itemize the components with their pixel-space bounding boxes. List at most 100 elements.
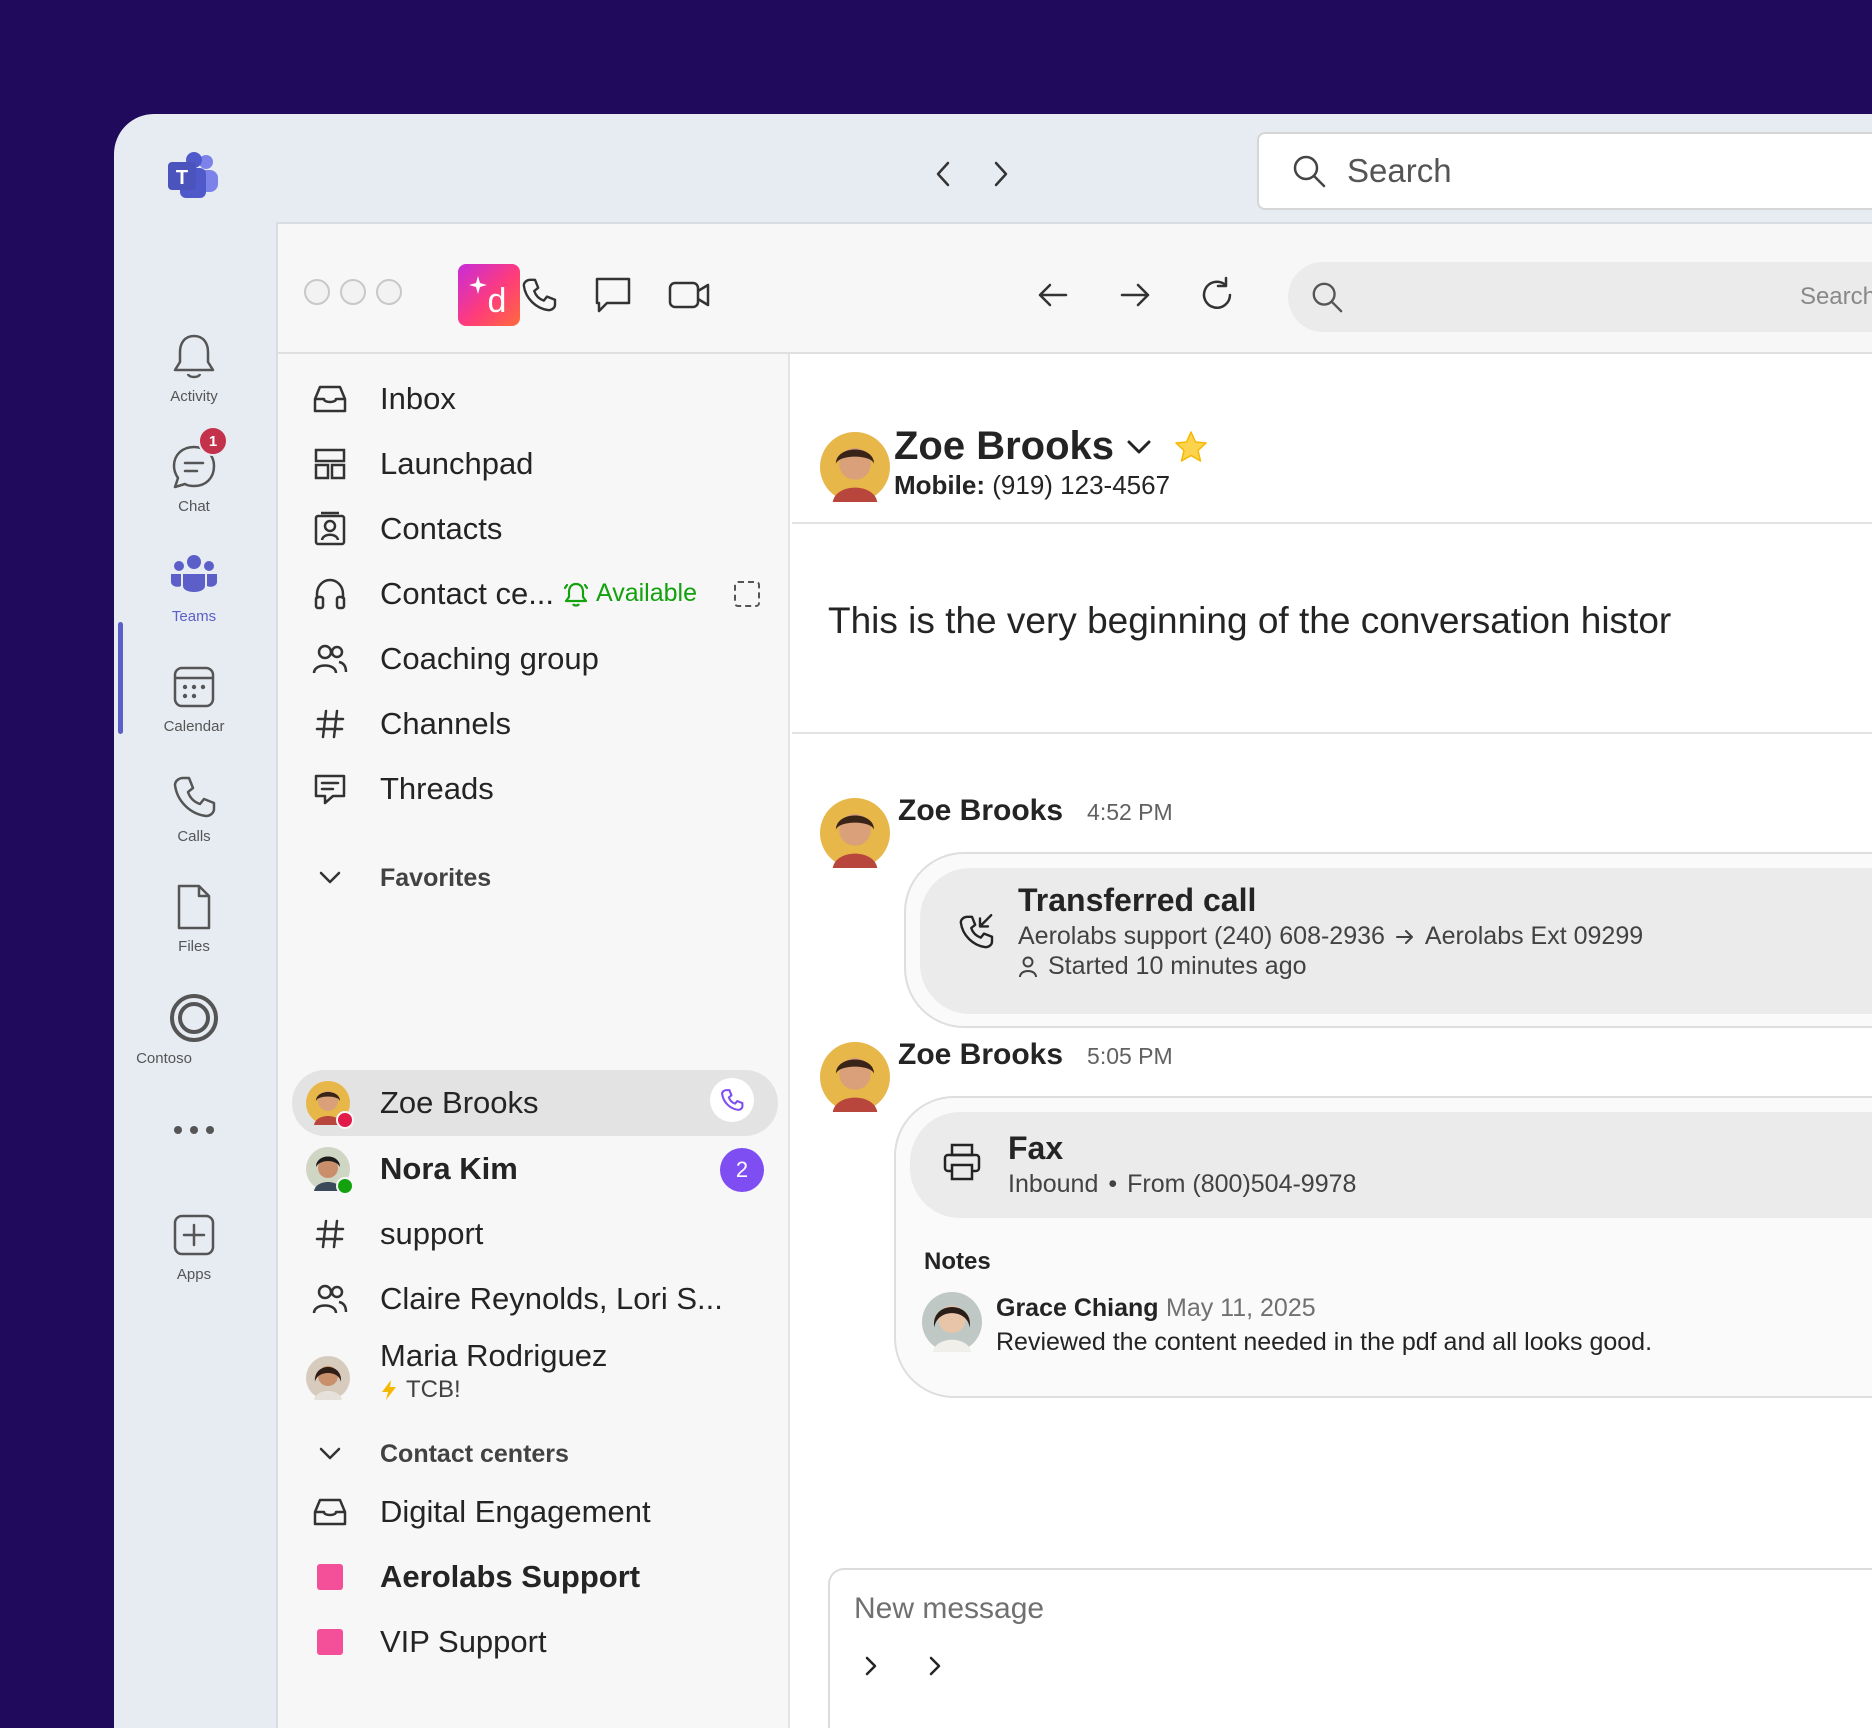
- contact-center-label: Aerolabs Support: [380, 1559, 641, 1594]
- file-icon: [169, 882, 219, 932]
- message-composer[interactable]: New message: [828, 1568, 1872, 1728]
- search-icon: [1310, 280, 1344, 314]
- nav-item-launchpad[interactable]: Launchpad: [310, 439, 780, 489]
- favorite-nora-kim[interactable]: Nora Kim: [306, 1144, 776, 1195]
- reload-button[interactable]: [1192, 270, 1242, 320]
- favorite-zoe-brooks[interactable]: Zoe Brooks: [306, 1078, 776, 1129]
- fax-direction: Inbound: [1008, 1170, 1099, 1198]
- chevron-down-icon[interactable]: [1126, 438, 1152, 456]
- contact-center-digital-engagement[interactable]: Digital Engagement: [310, 1487, 780, 1537]
- rail-item-calls[interactable]: Calls: [114, 772, 274, 845]
- refresh-icon: [1198, 276, 1236, 314]
- window-dot[interactable]: [376, 279, 402, 305]
- nav-item-channels[interactable]: Channels: [310, 699, 780, 749]
- active-call-button[interactable]: [710, 1078, 754, 1122]
- favorite-group-chat[interactable]: Claire Reynolds, Lori S...: [310, 1274, 780, 1324]
- unread-count-badge: 2: [720, 1148, 764, 1192]
- browser-back-button[interactable]: [1028, 270, 1078, 320]
- app-logo[interactable]: d: [458, 264, 520, 326]
- mobile-number[interactable]: (919) 123-4567: [992, 470, 1170, 500]
- nav-label: Threads: [380, 771, 494, 806]
- chevron-right-icon[interactable]: [862, 1654, 880, 1678]
- more-icon: [172, 1124, 216, 1136]
- note-author: Grace Chiang: [996, 1294, 1159, 1322]
- favorites-title: Favorites: [380, 863, 492, 892]
- favorite-support-channel[interactable]: support: [310, 1209, 780, 1259]
- favorite-label: support: [380, 1216, 484, 1251]
- inbox-icon: [310, 1492, 350, 1532]
- avatar: [306, 1081, 354, 1129]
- avatar: [820, 432, 890, 502]
- rail-item-teams[interactable]: Teams: [114, 552, 274, 625]
- chevron-right-icon[interactable]: [926, 1654, 944, 1678]
- rail-item-apps[interactable]: Apps: [114, 1210, 274, 1283]
- browser-forward-button[interactable]: [1110, 270, 1160, 320]
- phone-icon: [719, 1087, 745, 1113]
- rail-item-chat[interactable]: 1 Chat: [114, 426, 274, 515]
- favorite-maria-rodriguez[interactable]: Maria Rodriguez TCB!: [306, 1338, 776, 1418]
- add-app-icon: [169, 1210, 219, 1260]
- video-icon: [667, 278, 711, 312]
- bell-icon: [170, 332, 218, 382]
- teams-back-button[interactable]: [924, 154, 964, 194]
- teams-search-input[interactable]: Search: [1257, 132, 1872, 210]
- note-text: Reviewed the content needed in the pdf a…: [996, 1328, 1653, 1356]
- chevron-down-icon: [310, 1446, 350, 1462]
- phone-icon: [169, 772, 219, 822]
- contact-centers-header[interactable]: Contact centers: [310, 1434, 569, 1474]
- rail-item-activity[interactable]: Activity: [114, 332, 274, 405]
- message-button[interactable]: [588, 270, 638, 320]
- teams-forward-button[interactable]: [980, 154, 1020, 194]
- teams-search-placeholder: Search: [1347, 152, 1452, 189]
- embedded-app: d Search Inbox Launchpad Contacts Contac…: [276, 222, 1872, 1728]
- rail-label: Chat: [178, 498, 210, 515]
- queue-color-icon: [310, 1557, 350, 1597]
- window-dot[interactable]: [304, 279, 330, 305]
- message-icon: [593, 275, 633, 315]
- svg-text:T: T: [176, 167, 188, 189]
- favorite-label: Claire Reynolds, Lori S...: [380, 1281, 723, 1316]
- nav-item-contacts[interactable]: Contacts: [310, 504, 780, 554]
- contact-name[interactable]: Zoe Brooks: [894, 424, 1208, 469]
- popout-icon[interactable]: [734, 581, 760, 607]
- chat-badge: 1: [198, 426, 228, 456]
- available-presence-icon: [336, 1177, 354, 1195]
- rail-item-files[interactable]: Files: [114, 882, 274, 955]
- nav-item-coaching-group[interactable]: Coaching group: [310, 634, 780, 684]
- rail-more-button[interactable]: [114, 1124, 274, 1136]
- availability-status[interactable]: Available: [562, 579, 697, 608]
- people-icon: [310, 1279, 350, 1319]
- threads-icon: [310, 769, 350, 809]
- transferred-call-card[interactable]: Transferred call Aerolabs support (240) …: [904, 852, 1872, 1028]
- window-dot[interactable]: [340, 279, 366, 305]
- nav-item-threads[interactable]: Threads: [310, 764, 780, 814]
- call-started-text: Started 10 minutes ago: [1048, 952, 1307, 980]
- app-search-input[interactable]: Search: [1288, 262, 1872, 332]
- favorite-label: Zoe Brooks: [380, 1085, 539, 1120]
- call-button[interactable]: [514, 270, 564, 320]
- arrow-right-icon: [1395, 929, 1415, 945]
- avatar: [306, 1356, 350, 1400]
- rail-item-contoso[interactable]: Contoso: [114, 992, 244, 1067]
- printer-icon: [942, 1142, 982, 1182]
- favorites-header[interactable]: Favorites: [310, 858, 491, 898]
- card-title: Transferred call: [1018, 882, 1257, 918]
- star-icon[interactable]: [1174, 430, 1208, 464]
- video-button[interactable]: [664, 270, 714, 320]
- avatar: [820, 798, 890, 868]
- contact-center-aerolabs-support[interactable]: Aerolabs Support: [310, 1552, 780, 1602]
- rail-label: Calls: [177, 828, 211, 845]
- contact-center-vip-support[interactable]: VIP Support: [310, 1617, 780, 1667]
- rail-label: Teams: [171, 608, 217, 625]
- nav-label: Coaching group: [380, 641, 599, 676]
- fax-card[interactable]: Fax Inbound • From (800)504-9978 Notes G…: [894, 1096, 1872, 1398]
- nav-item-contact-center[interactable]: Contact ce... Available: [310, 569, 780, 619]
- transfer-from: Aerolabs support (240) 608-2936: [1018, 922, 1385, 950]
- conversation-start: This is the very beginning of the conver…: [792, 526, 1872, 734]
- favorite-label: Nora Kim: [380, 1151, 518, 1186]
- person-icon: [1018, 956, 1038, 978]
- chevron-down-icon: [310, 870, 350, 886]
- rail-item-calendar[interactable]: Calendar: [114, 662, 274, 735]
- nav-label: Inbox: [380, 381, 456, 416]
- nav-item-inbox[interactable]: Inbox: [310, 374, 780, 424]
